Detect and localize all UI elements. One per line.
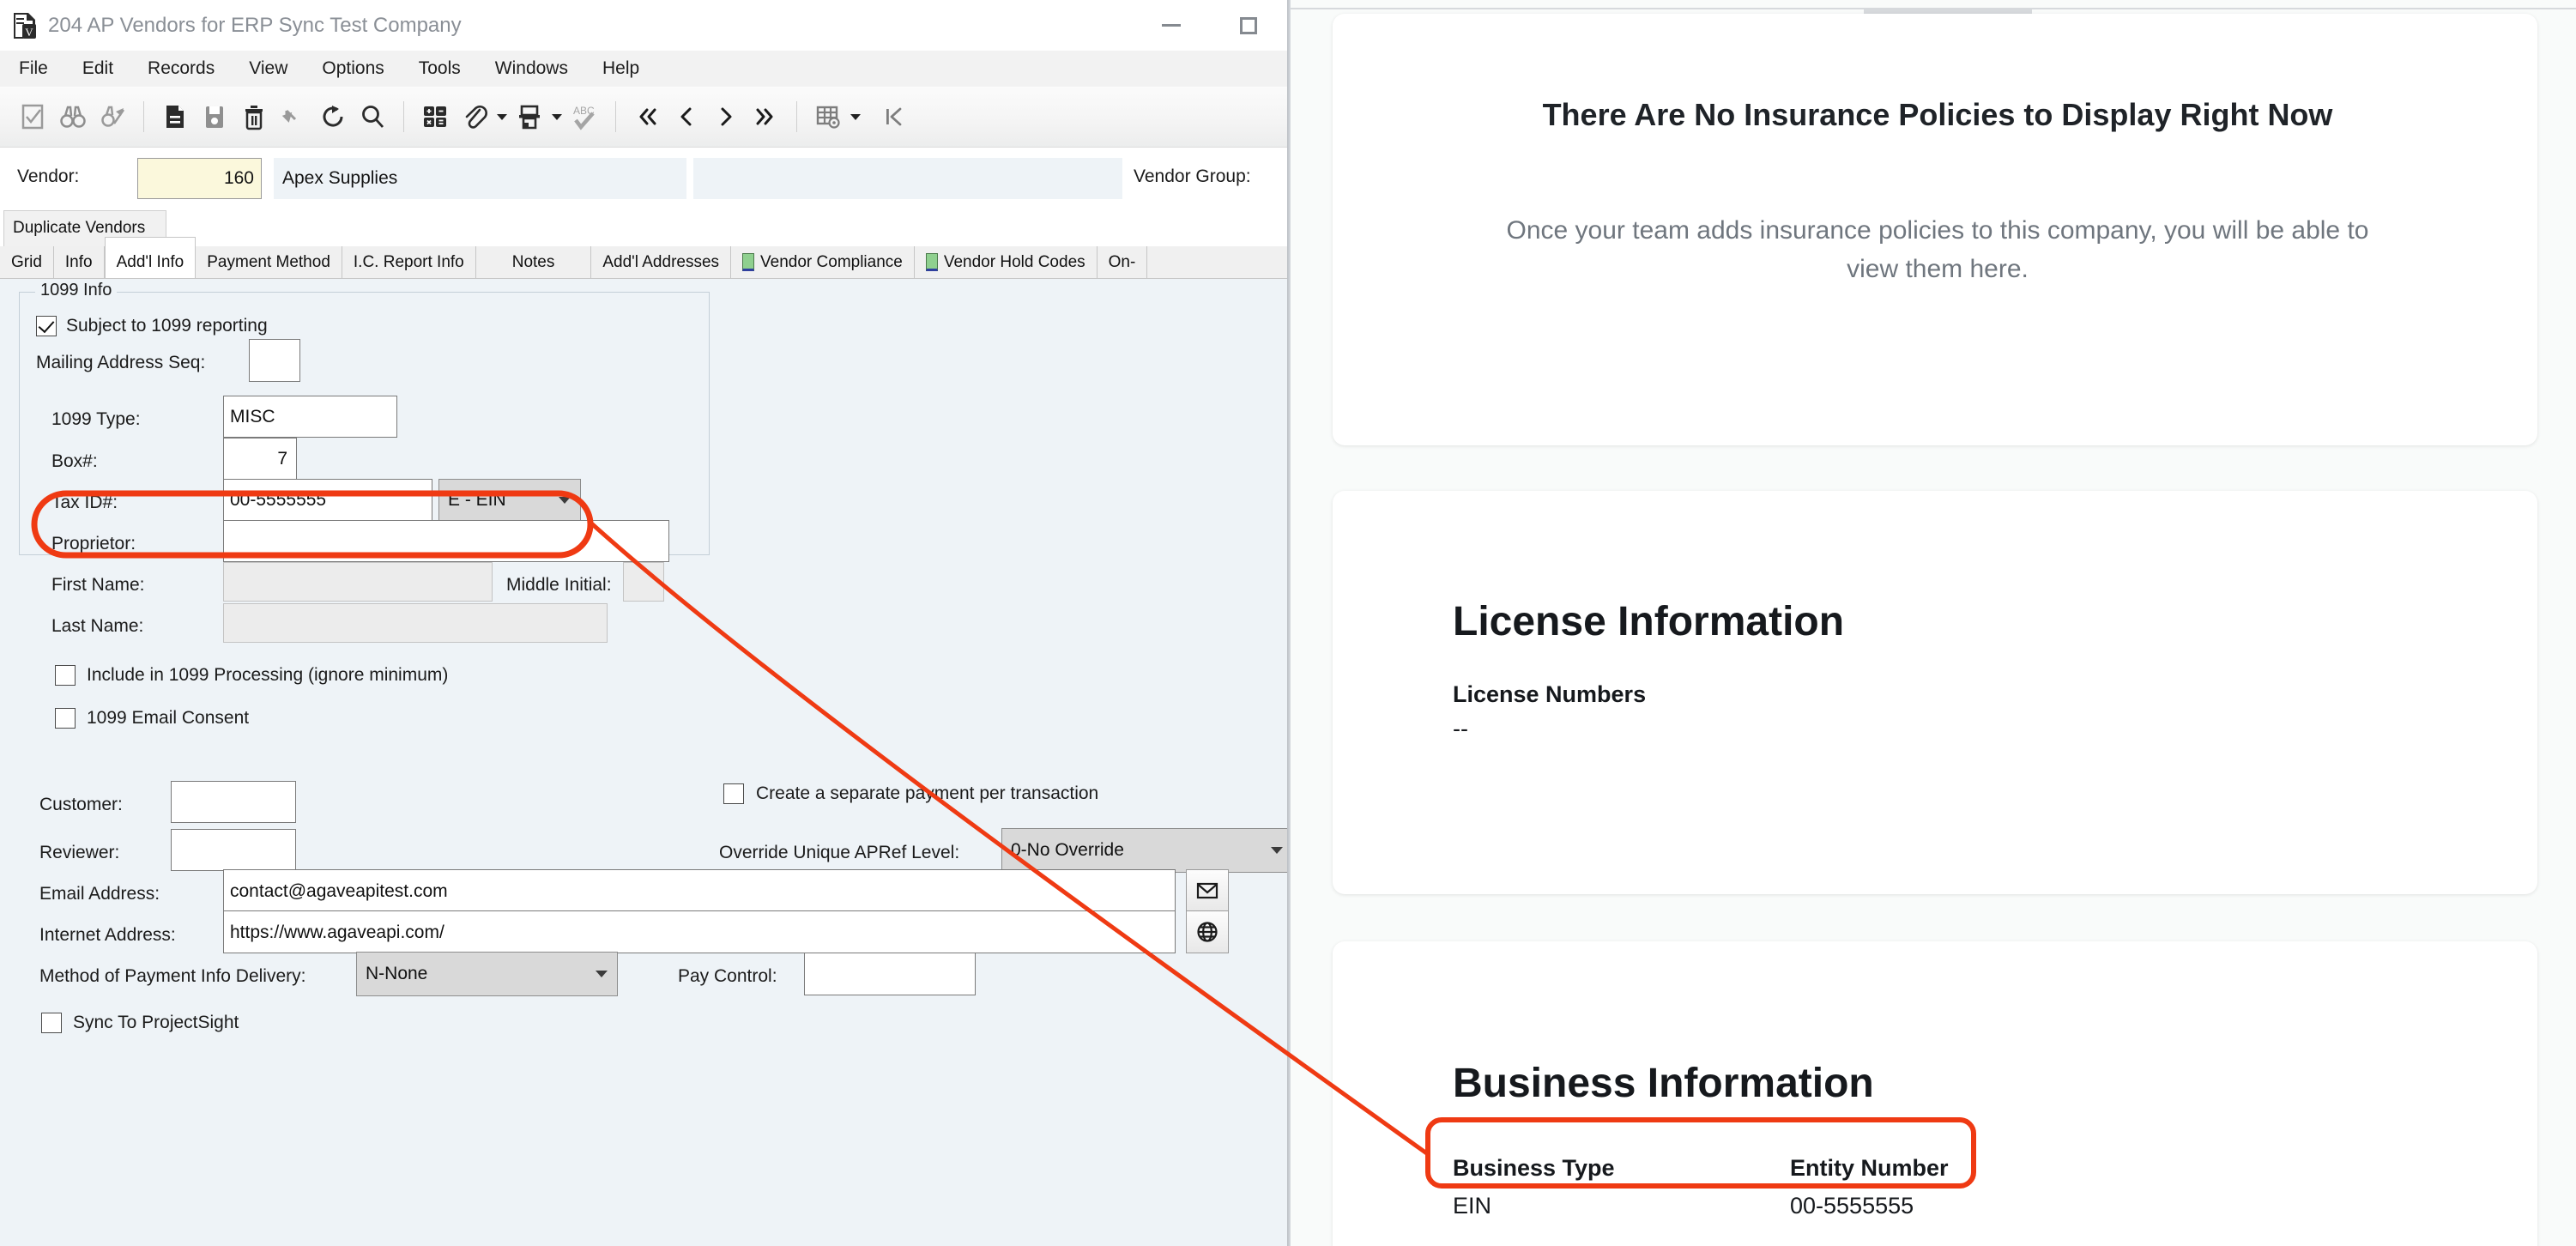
tab-label: Add'l Info <box>116 253 184 271</box>
entity-number-highlight-box <box>1425 1117 1976 1189</box>
screenshot-root: V 204 AP Vendors for ERP Sync Test Compa… <box>0 0 2576 1246</box>
tax-id-highlight-oval <box>31 490 594 559</box>
annotation-overlay <box>31 490 1976 1189</box>
tab-addl-info[interactable]: Add'l Info <box>104 237 197 278</box>
annotation-connector-line <box>587 519 1430 1157</box>
